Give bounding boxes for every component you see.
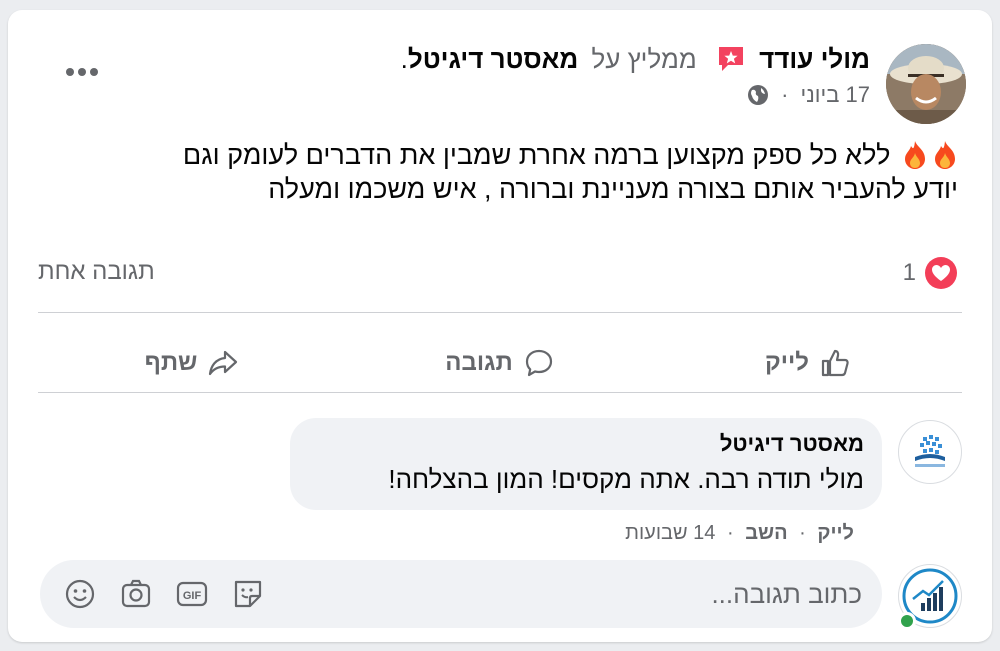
comment-meta: לייק · השב · 14 שבועות	[625, 522, 854, 545]
divider	[38, 312, 962, 313]
comment-input[interactable]	[442, 560, 862, 628]
author-name[interactable]: מולי עודד	[759, 44, 870, 74]
comment-item: מאסטר דיגיטל מולי תודה רבה. אתה מקסים! ה…	[128, 418, 966, 548]
post-date[interactable]: 17 ביוני	[801, 82, 870, 107]
post-meta: 17 ביוני ·	[401, 82, 870, 108]
author-avatar[interactable]	[886, 44, 966, 124]
action-bar: לייק תגובה שתף	[38, 328, 962, 398]
comment-separator: ·	[799, 522, 806, 544]
comment-icon	[525, 349, 552, 377]
comment-time[interactable]: 14 שבועות	[625, 522, 715, 544]
reaction-summary[interactable]: 1	[903, 256, 958, 290]
post-text-line-1: ללא כל ספק מקצוען ברמה אחרת שמבין את הדב…	[68, 138, 958, 172]
header-text: מולי עודד ממליץ על מאסטר דיגיטל. 17 ביונ…	[401, 42, 870, 108]
share-icon	[209, 350, 238, 376]
globe-icon	[747, 84, 769, 106]
post-body: ללא כל ספק מקצוען ברמה אחרת שמבין את הדב…	[68, 138, 958, 206]
share-label: שתף	[144, 349, 198, 376]
page-avatar[interactable]	[898, 420, 962, 484]
comment-separator: ·	[726, 522, 734, 544]
fire-icon	[932, 140, 958, 170]
comment-input-box: GIF	[40, 560, 882, 628]
share-button[interactable]: שתף	[38, 328, 346, 398]
gif-icon[interactable]: GIF	[174, 576, 210, 612]
post-card: מולי עודד ממליץ על מאסטר דיגיטל. 17 ביונ…	[8, 10, 992, 642]
comment-author[interactable]: מאסטר דיגיטל	[308, 430, 864, 458]
post-text-line-2: יודע להעביר אותם בצורה מעניינת וברורה , …	[268, 174, 958, 204]
recommended-page-name[interactable]: מאסטר דיגיטל	[408, 44, 578, 74]
comment-like-link[interactable]: לייק	[817, 522, 854, 544]
comment-text: מולי תודה רבה. אתה מקסים! המון בהצלחה!	[388, 464, 864, 494]
title-period: .	[400, 44, 408, 74]
recommend-badge-icon	[716, 44, 746, 74]
composer-icons: GIF	[62, 576, 286, 612]
online-status-indicator	[898, 612, 916, 630]
thumbs-up-icon	[821, 349, 849, 377]
svg-text:GIF: GIF	[183, 590, 202, 602]
comment-label: תגובה	[445, 349, 513, 376]
more-options-icon[interactable]	[62, 60, 102, 84]
fire-icon	[902, 140, 928, 170]
comment-count[interactable]: תגובה אחת	[38, 258, 155, 286]
meta-separator: ·	[781, 82, 789, 107]
comment-bubble: מאסטר דיגיטל מולי תודה רבה. אתה מקסים! ה…	[290, 418, 882, 510]
comment-button[interactable]: תגובה	[346, 328, 654, 398]
comment-reply-link[interactable]: השב	[745, 522, 787, 544]
like-label: לייק	[765, 349, 809, 376]
title-line: מולי עודד ממליץ על מאסטר דיגיטל.	[401, 42, 870, 76]
camera-icon[interactable]	[118, 576, 154, 612]
recommends-label: ממליץ על	[591, 44, 697, 74]
post-header: מולי עודד ממליץ על מאסטר דיגיטל. 17 ביונ…	[34, 36, 966, 128]
like-button[interactable]: לייק	[654, 328, 962, 398]
post-text: ללא כל ספק מקצוען ברמה אחרת שמבין את הדב…	[182, 140, 891, 170]
divider	[38, 392, 962, 393]
emoji-icon[interactable]	[62, 576, 98, 612]
reaction-count: 1	[902, 259, 916, 286]
sticker-icon[interactable]	[230, 576, 266, 612]
reactions-row: 1 תגובה אחת	[38, 256, 958, 292]
heart-icon	[924, 256, 958, 290]
comment-composer: GIF	[34, 560, 966, 630]
